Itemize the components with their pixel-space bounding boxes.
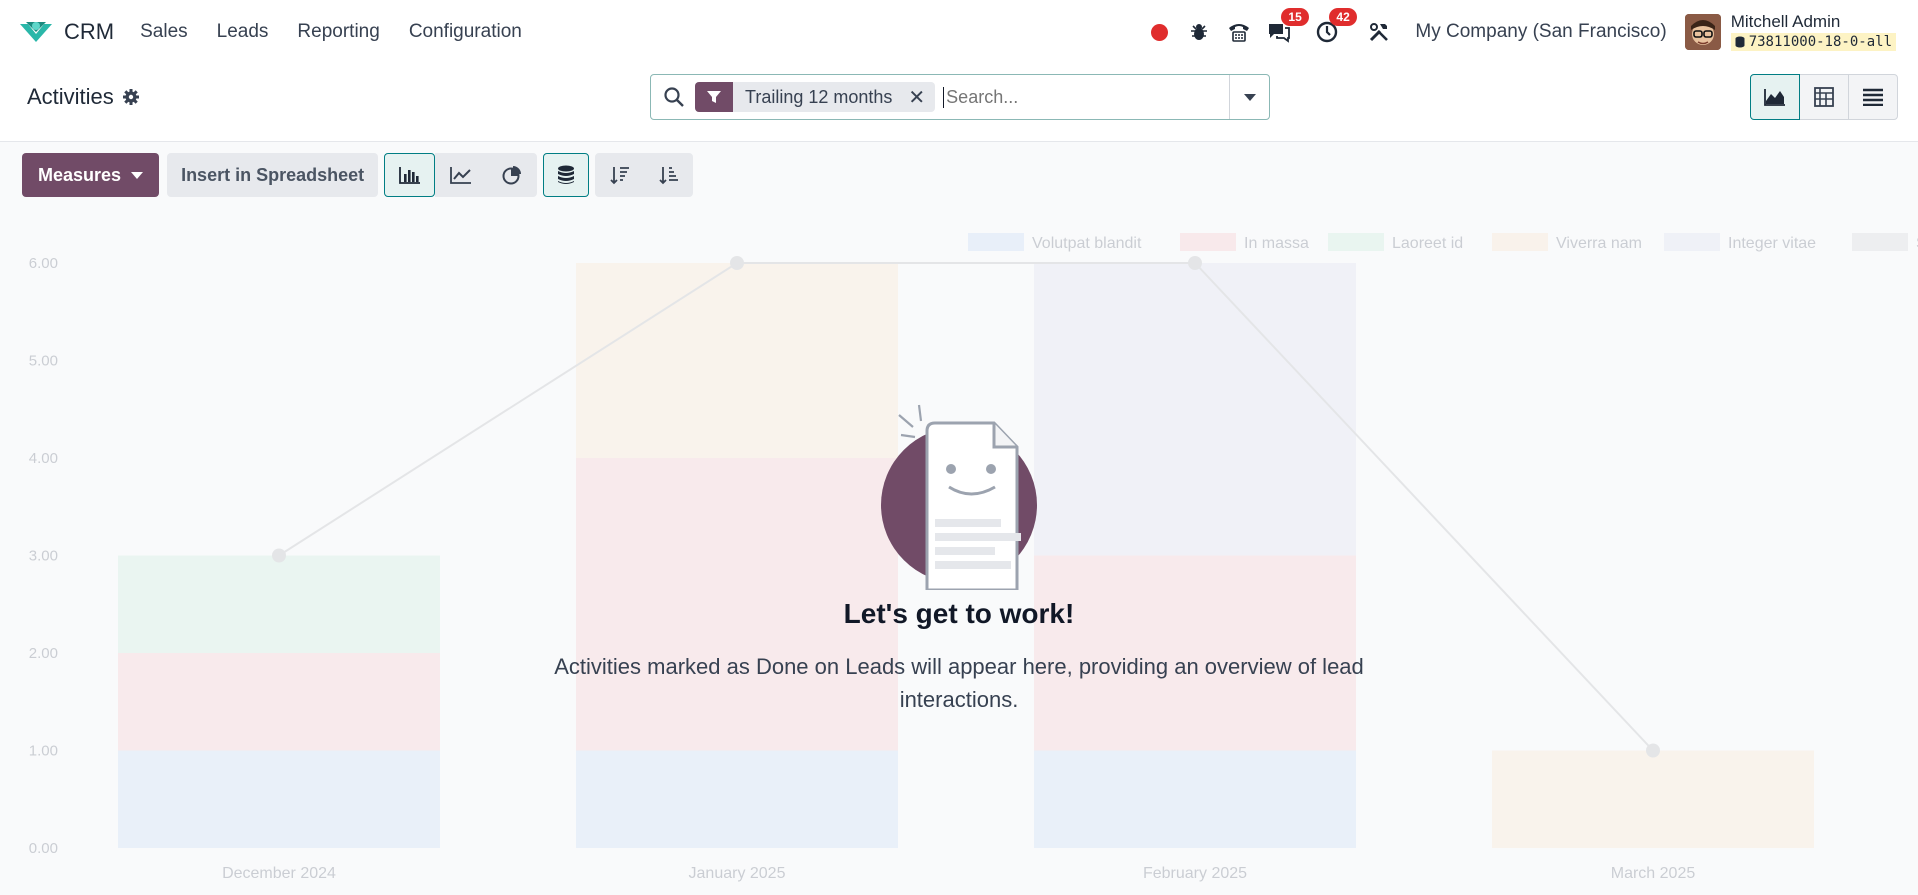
bar-chart-button[interactable] — [384, 153, 436, 197]
main-menu: Sales Leads Reporting Configuration — [140, 21, 551, 43]
measures-button[interactable]: Measures — [22, 153, 160, 197]
database-icon — [1735, 36, 1745, 48]
bug-icon[interactable] — [1187, 20, 1211, 44]
bar-segment — [118, 750, 440, 848]
user-menu[interactable]: Mitchell Admin 73811000-18-0-all — [1730, 12, 1896, 51]
legend-swatch — [1328, 233, 1384, 251]
control-panel: Activities Trailing 12 months ✕ — [0, 64, 1918, 142]
activity-clock-icon[interactable]: 42 — [1315, 8, 1357, 44]
legend-swatch — [1852, 233, 1908, 251]
company-switcher[interactable]: My Company (San Francisco) — [1415, 21, 1666, 43]
database-name: 73811000-18-0-all — [1748, 34, 1892, 50]
empty-state-helper: Let's get to work! Activities marked as … — [0, 395, 1918, 716]
breadcrumb: Activities — [27, 84, 140, 110]
menu-reporting[interactable]: Reporting — [297, 21, 379, 43]
filter-icon — [695, 82, 733, 112]
stacked-group — [543, 153, 590, 197]
sum-point — [1188, 256, 1202, 270]
messages-badge: 15 — [1281, 8, 1309, 26]
chart-type-group — [384, 153, 538, 197]
view-switcher — [1750, 74, 1898, 120]
sort-descending-icon — [609, 167, 629, 185]
pie-chart-button[interactable] — [486, 153, 538, 197]
menu-leads[interactable]: Leads — [217, 21, 269, 43]
list-icon — [1863, 88, 1883, 106]
bar-segment — [1034, 750, 1356, 848]
search-facet[interactable]: Trailing 12 months ✕ — [695, 82, 936, 112]
search-input[interactable] — [943, 86, 1234, 108]
graph-toolbar: Measures Insert in Spreadsheet — [22, 153, 694, 197]
helper-title: Let's get to work! — [843, 598, 1075, 629]
legend-label: Integer vitae — [1728, 235, 1816, 252]
insert-spreadsheet-button[interactable]: Insert in Spreadsheet — [167, 153, 379, 197]
search-bar: Trailing 12 months ✕ — [650, 74, 1270, 120]
systray: 15 42 My Company (San Francisco) Mitchel… — [1147, 0, 1918, 64]
measures-label: Measures — [38, 164, 122, 185]
app-name: CRM — [64, 19, 115, 44]
pivot-view-button[interactable] — [1799, 74, 1849, 120]
helper-text: Activities marked as Done on Leads will … — [554, 654, 1364, 712]
legend-swatch — [1492, 233, 1548, 251]
legend-label: Viverra nam — [1556, 235, 1642, 252]
user-name: Mitchell Admin — [1730, 12, 1841, 31]
legend-swatch — [968, 233, 1024, 251]
sum-point — [1646, 743, 1660, 758]
avatar[interactable] — [1684, 14, 1721, 50]
recording-icon[interactable] — [1147, 20, 1171, 44]
y-tick-label: 6.00 — [29, 255, 58, 272]
sort-group — [595, 153, 694, 197]
pivot-table-icon — [1814, 87, 1834, 107]
bar-segment — [1492, 750, 1814, 848]
sum-point — [730, 256, 744, 270]
facet-label: Trailing 12 months — [745, 86, 893, 107]
messages-icon[interactable]: 15 — [1267, 8, 1309, 44]
crm-logo-icon — [20, 22, 52, 42]
gear-icon[interactable] — [122, 88, 140, 106]
y-tick-label: 0.00 — [29, 840, 58, 857]
x-tick-label: January 2025 — [689, 865, 786, 882]
line-chart-button[interactable] — [435, 153, 487, 197]
empty-document-illustration — [881, 404, 1037, 590]
search-icon[interactable] — [663, 86, 685, 108]
search-options-toggle[interactable] — [1229, 75, 1269, 119]
phone-icon[interactable] — [1227, 20, 1251, 44]
pie-chart-icon — [502, 166, 521, 185]
sort-ascending-icon — [658, 167, 678, 185]
stacked-button[interactable] — [543, 153, 590, 197]
legend-label: Laoreet id — [1392, 235, 1463, 252]
legend-swatch — [1664, 233, 1720, 251]
legend-swatch — [1180, 233, 1236, 251]
activities-badge: 42 — [1329, 8, 1357, 26]
bar-chart-icon — [398, 167, 420, 184]
x-tick-label: March 2025 — [1611, 865, 1696, 882]
top-navbar: CRM Sales Leads Reporting Configuration … — [0, 0, 1918, 64]
caret-down-icon — [1243, 93, 1256, 101]
sort-descending-button[interactable] — [595, 153, 645, 197]
line-chart-icon — [449, 167, 471, 184]
database-tag: 73811000-18-0-all — [1730, 33, 1896, 51]
page-title: Activities — [27, 84, 114, 109]
list-view-button[interactable] — [1848, 74, 1898, 120]
legend-label: In massa — [1244, 235, 1309, 252]
close-icon[interactable]: ✕ — [904, 82, 935, 112]
brand[interactable]: CRM — [18, 18, 114, 46]
y-tick-label: 1.00 — [29, 743, 58, 760]
caret-down-icon — [131, 171, 144, 179]
legend-label: Volutpat blandit — [1032, 235, 1142, 252]
menu-sales[interactable]: Sales — [140, 21, 188, 43]
y-tick-label: 5.00 — [29, 353, 58, 370]
menu-configuration[interactable]: Configuration — [409, 21, 522, 43]
tools-icon[interactable] — [1367, 20, 1391, 44]
graph-view-button[interactable] — [1750, 74, 1800, 120]
area-chart-icon — [1764, 89, 1785, 106]
sort-ascending-button[interactable] — [644, 153, 694, 197]
database-stack-icon — [558, 165, 575, 184]
x-tick-label: December 2024 — [222, 865, 336, 882]
bar-segment — [576, 750, 898, 848]
x-tick-label: February 2025 — [1143, 865, 1247, 882]
